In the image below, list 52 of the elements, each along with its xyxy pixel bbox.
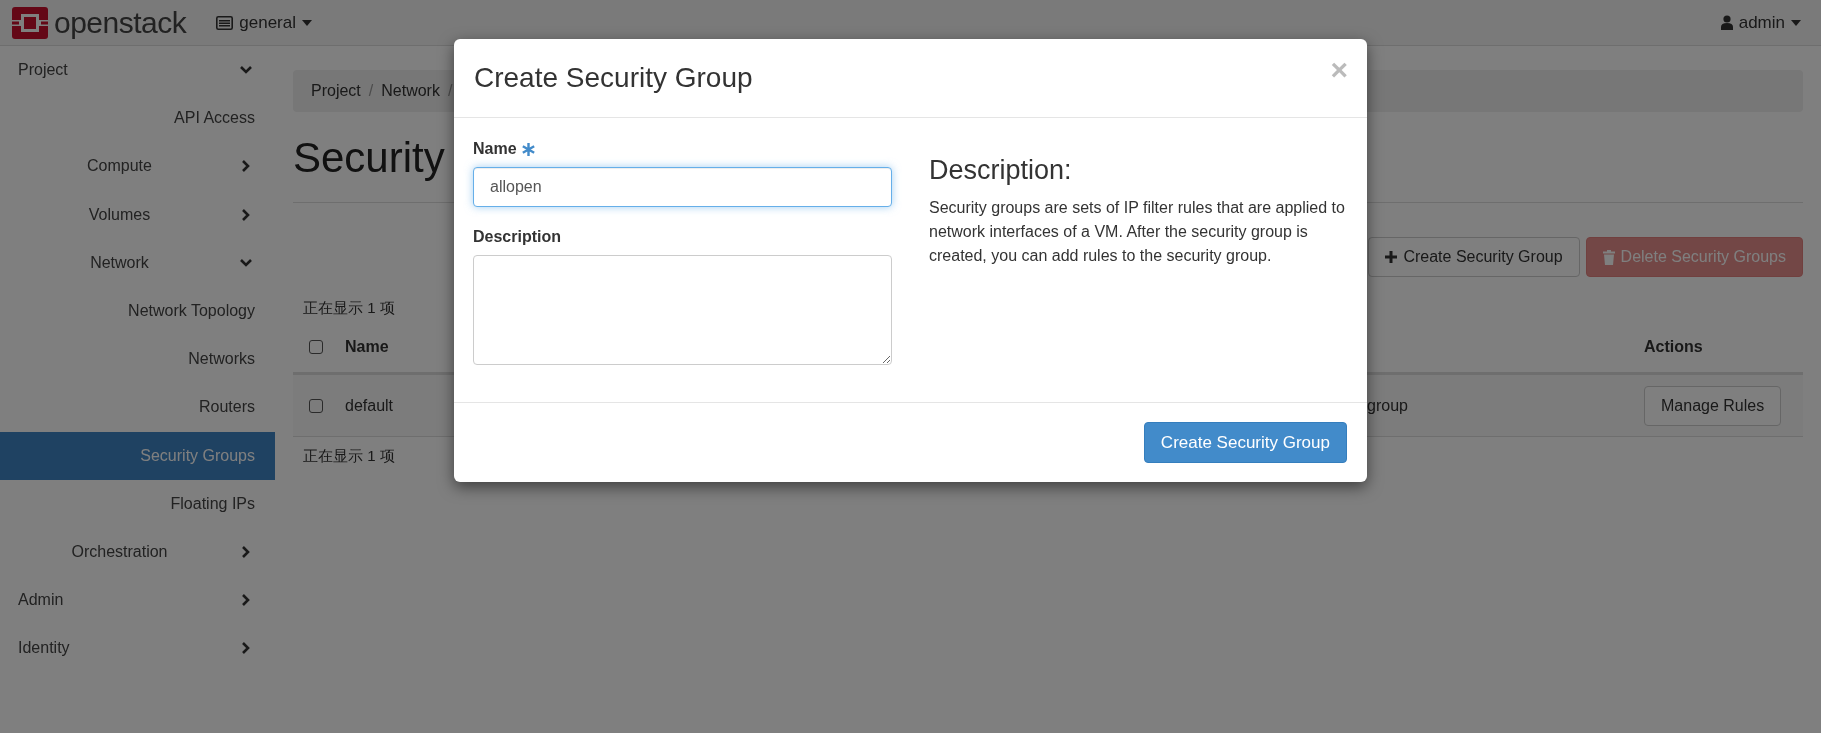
sidebar-item[interactable]: Floating IPs [0,479,275,528]
table-cell: default [345,396,394,414]
breadcrumb-separator: / [368,82,374,100]
field-label: Description [473,228,561,246]
sidebar-item[interactable]: Project [0,46,275,95]
logo-icon [12,6,48,39]
sidebar-item[interactable]: Routers [0,383,275,432]
project-menu[interactable]: general [216,12,312,33]
breadcrumb-link[interactable]: Network [381,82,440,100]
breadcrumb-separator: / [447,82,453,100]
plus-icon [1385,251,1398,263]
sidebar-item[interactable]: Network [0,238,275,287]
item-count: 正在显示 1 项 [302,447,395,466]
sidebar-item[interactable]: API Access [0,94,275,143]
sidebar-label: Identity [18,639,70,658]
column-header: Actions [1644,337,1703,355]
sidebar-item[interactable]: Networks [0,335,275,384]
sidebar-item[interactable]: Network Topology [0,286,275,336]
sidebar-item[interactable]: Compute [0,142,275,191]
select-all-checkbox[interactable] [309,339,323,354]
name-field[interactable]: allopen [473,167,892,207]
sidebar-label: Project [18,61,68,80]
sidebar-label: Volumes [88,205,151,223]
field-label: Name [473,140,517,158]
submit-button[interactable]: Create Security Group [1143,422,1347,463]
user-menu[interactable]: admin [1720,12,1801,33]
modal-title: Create Security Group [474,62,753,94]
sidebar-item[interactable]: Identity [0,624,275,673]
row-checkbox[interactable] [309,398,323,413]
table-cell: group [1367,396,1408,414]
user-icon [1720,15,1733,30]
sidebar-item[interactable]: Security Groups [0,431,275,480]
list-icon [216,15,234,30]
brand-name: openstack [54,4,187,41]
sidebar-label: Network [90,253,149,271]
sidebar-item[interactable]: Volumes [0,190,275,239]
sidebar-item[interactable]: Orchestration [0,527,275,577]
caret-icon [1791,19,1801,26]
sidebar-label: Compute [87,157,152,175]
page-title: Security [293,136,445,180]
description-field[interactable] [473,255,892,365]
create-button[interactable]: Create Security Group [1368,237,1580,277]
caret-icon [302,19,312,26]
sidebar-label: Admin [18,591,64,610]
help-heading: Description: [929,155,1073,186]
breadcrumb-link[interactable]: Project [311,82,361,100]
help-text: Security groups are sets of IP filter rules that are applied to network interfaces of a VM. After the security group is created, you can add rules to the security group. [929,198,1346,266]
sidebar-label: Orchestration [71,542,168,560]
column-header: Name [345,337,389,355]
sidebar-item[interactable]: Admin [0,576,275,625]
item-count: 正在显示 1 项 [302,299,395,318]
manage-rules-button[interactable]: Manage Rules [1644,385,1782,426]
